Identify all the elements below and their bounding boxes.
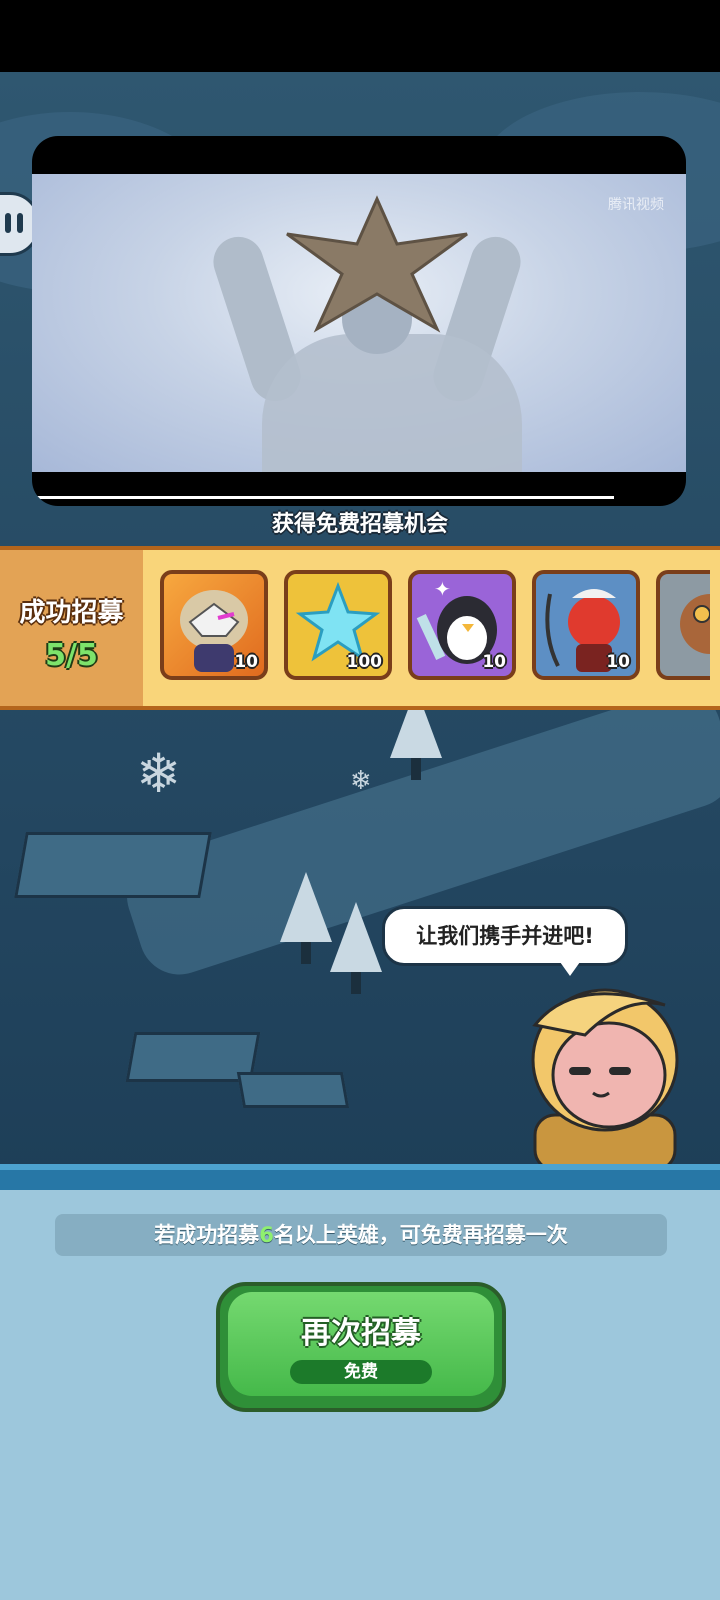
video-progress-bar [32, 496, 615, 499]
recruit-cost-badge: 免费 [290, 1360, 432, 1384]
ground-divider [0, 1170, 720, 1190]
reward-card-ice-crystal[interactable]: 100 [284, 570, 392, 680]
svg-text:✦: ✦ [434, 577, 451, 601]
reward-card-red-oni-warrior[interactable]: 10 [532, 570, 640, 680]
status-bar [0, 0, 720, 72]
recruit-again-button[interactable]: 再次招募 免费 [216, 1282, 506, 1412]
recruit-button-face: 再次招募 免费 [228, 1292, 494, 1396]
reward-qty: 10 [606, 652, 630, 672]
goggle-hero-icon [680, 594, 710, 654]
recruit-summary-title: 成功招募 [19, 598, 124, 628]
video-frame: 腾讯视频 [32, 174, 686, 472]
free-recruit-notice: 获得免费招募机会 [271, 512, 448, 537]
reward-qty: 10 [482, 652, 506, 672]
reward-list: 10 100 ✦ 10 10 [160, 570, 710, 686]
reward-card-penguin-knight[interactable]: ✦ 10 [408, 570, 516, 680]
info-suffix: 名以上英雄，可免费再招募一次 [273, 1223, 568, 1247]
starfish-image [286, 195, 468, 333]
reward-card-masked-hero[interactable]: 10 [160, 570, 268, 680]
snowflake-icon: ❄ [136, 742, 182, 805]
reward-qty: 10 [234, 652, 258, 672]
info-prefix: 若成功招募 [154, 1223, 260, 1247]
npc-speech-bubble: 让我们携手并进吧! [382, 906, 628, 966]
video-watermark: 腾讯视频 [608, 197, 664, 213]
npc-blonde-hero-character [531, 988, 679, 1170]
snowflake-icon: ❄ [350, 766, 372, 796]
recruit-summary: 成功招募 5/5 [0, 550, 143, 706]
recruit-rule-info: 若成功招募6名以上英雄，可免费再招募一次 [55, 1214, 667, 1256]
recruit-button-label: 再次招募 [301, 1316, 421, 1351]
info-number: 6 [259, 1223, 274, 1247]
reward-card-goggle-hero[interactable] [656, 570, 710, 680]
reward-qty: 100 [346, 652, 383, 672]
recruit-summary-count: 5/5 [45, 638, 98, 673]
video-ad-player[interactable]: 腾讯视频 [32, 136, 686, 506]
recruit-results-strip: 成功招募 5/5 10 100 ✦ 10 10 [0, 546, 720, 710]
